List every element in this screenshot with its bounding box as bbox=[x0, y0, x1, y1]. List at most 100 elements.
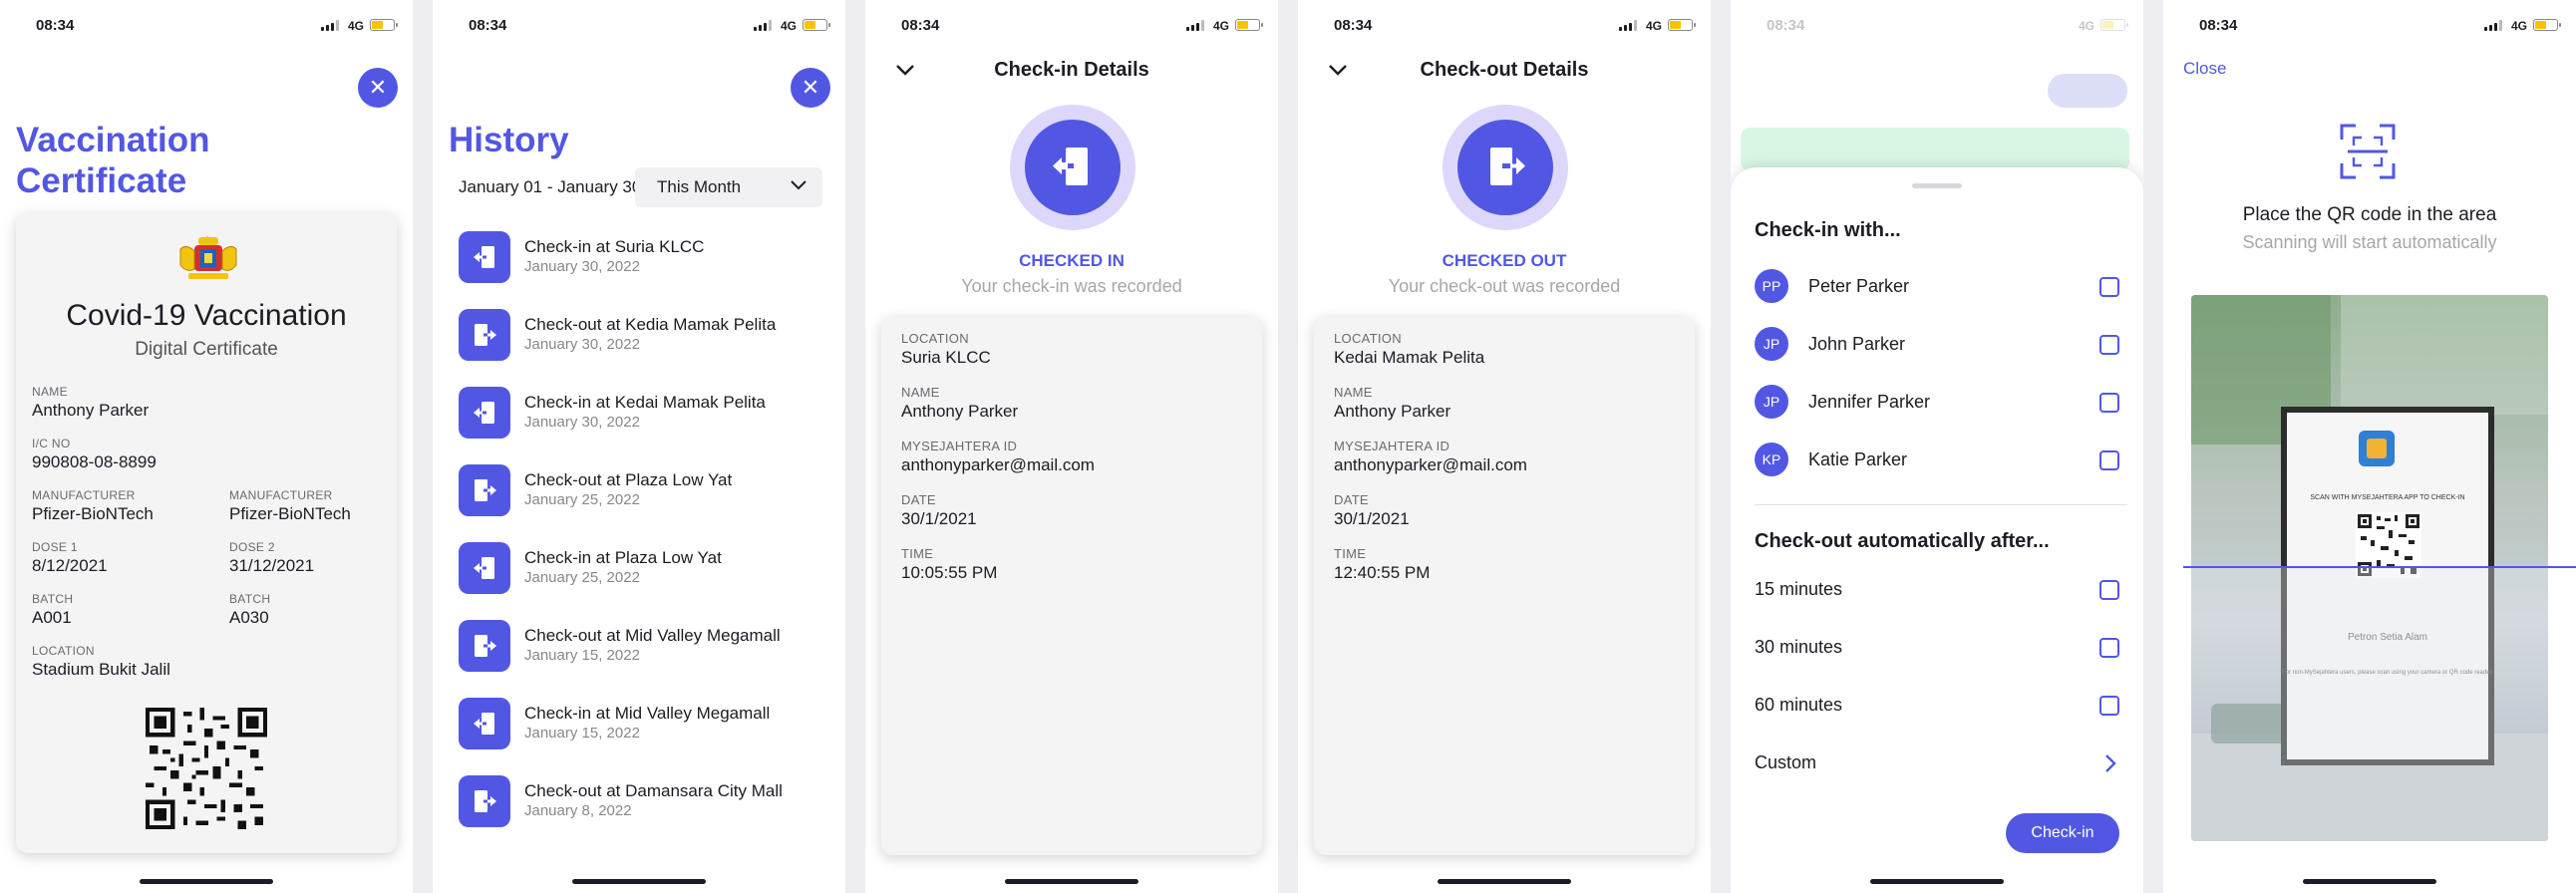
battery-icon bbox=[803, 19, 830, 31]
history-item-date: January 30, 2022 bbox=[524, 414, 640, 431]
check-out-door-icon bbox=[1490, 148, 1525, 185]
field-label: TIME bbox=[901, 546, 934, 561]
detail-field: NAME Anthony Parker bbox=[901, 385, 1018, 422]
history-item[interactable]: Check-out at Mid Valley Megamall January … bbox=[459, 620, 827, 674]
avatar: JP bbox=[1755, 385, 1788, 419]
malaysia-crest-icon bbox=[179, 235, 237, 279]
person-name: Peter Parker bbox=[1808, 276, 1910, 296]
manufacturer-1-field: MANUFACTURER Pfizer-BioNTech bbox=[32, 488, 154, 524]
sign-place-text: Petron Setia Alam bbox=[2348, 632, 2427, 643]
check-out-icon bbox=[475, 635, 496, 657]
close-button[interactable]: Close bbox=[2183, 59, 2226, 79]
battery-icon bbox=[1668, 19, 1696, 31]
divider bbox=[1755, 504, 2127, 505]
duration-option[interactable]: 30 minutes bbox=[1755, 628, 2119, 668]
check-in-icon bbox=[474, 402, 494, 424]
field-value: Stadium Bukit Jalil bbox=[32, 660, 170, 679]
history-item-title: Check-in at Mid Valley Megamall bbox=[524, 704, 771, 723]
checkin-options-screen: 08:34 4G Check-in with... PP Peter Parker… bbox=[1731, 0, 2143, 893]
scan-subtext: Scanning will start automatically bbox=[2242, 232, 2497, 252]
check-in-icon bbox=[474, 246, 494, 268]
history-item[interactable]: Check-out at Damansara City Mall January … bbox=[459, 775, 827, 829]
duration-option[interactable]: 60 minutes bbox=[1755, 686, 2119, 726]
field-value: A030 bbox=[229, 608, 269, 627]
home-indicator bbox=[2303, 879, 2436, 884]
history-item[interactable]: Check-in at Plaza Low Yat January 25, 202… bbox=[459, 542, 827, 596]
field-value: 8/12/2021 bbox=[32, 556, 108, 575]
certificate-subtitle: Digital Certificate bbox=[135, 339, 278, 360]
history-item[interactable]: Check-in at Kedai Mamak Pelita January 30… bbox=[459, 387, 827, 441]
details-card: LOCATION Kedai Mamak Pelita NAME Anthony Pa… bbox=[1314, 317, 1695, 855]
status-time: 08:34 bbox=[1334, 17, 1373, 34]
status-subtext: Your check-out was recorded bbox=[1388, 276, 1621, 296]
auto-checkout-heading: Check-out automatically after... bbox=[1755, 530, 2050, 552]
field-value: Anthony Parker bbox=[32, 401, 150, 420]
scan-instruction: Place the QR code in the area bbox=[2242, 204, 2497, 225]
detail-field: LOCATION Suria KLCC bbox=[901, 331, 991, 368]
history-item[interactable]: Check-out at Kedia Mamak Pelita January 3… bbox=[459, 309, 827, 363]
duration-label: 30 minutes bbox=[1755, 637, 1843, 657]
detail-field: MYSEJAHTERA ID anthonyparker@mail.com bbox=[1334, 439, 1527, 475]
status-subtext: Your check-in was recorded bbox=[961, 276, 1182, 296]
history-item-date: January 8, 2022 bbox=[524, 802, 632, 819]
network-label: 4G bbox=[1645, 19, 1662, 33]
field-label: MYSEJAHTERA ID bbox=[901, 439, 1018, 453]
field-value: anthonyparker@mail.com bbox=[1334, 455, 1527, 474]
duration-option[interactable]: 15 minutes bbox=[1755, 570, 2119, 610]
checkout-details-screen: 08:34 4G Check-out Details CHECKED OUT Y… bbox=[1298, 0, 1711, 893]
month-filter-label: This Month bbox=[657, 177, 742, 196]
batch-1-field: BATCH A001 bbox=[32, 592, 73, 628]
detail-field: TIME 12:40:55 PM bbox=[1334, 546, 1430, 583]
field-label: MYSEJAHTERA ID bbox=[1334, 439, 1450, 453]
history-item-date: January 15, 2022 bbox=[524, 725, 640, 742]
person-row[interactable]: JP John Parker bbox=[1755, 325, 2119, 365]
field-label: DOSE 2 bbox=[229, 540, 275, 554]
sheet-grabber[interactable] bbox=[1912, 183, 1962, 188]
field-value: 30/1/2021 bbox=[901, 509, 977, 528]
person-name: Jennifer Parker bbox=[1808, 392, 1931, 412]
duration-checkbox[interactable] bbox=[2099, 580, 2119, 600]
history-item[interactable]: Check-out at Plaza Low Yat January 25, 20… bbox=[459, 464, 827, 518]
history-item-icon bbox=[459, 775, 510, 827]
check-in-icon bbox=[474, 557, 494, 579]
page-title: Vaccination Certificate bbox=[16, 121, 210, 200]
avatar: PP bbox=[1755, 269, 1788, 303]
history-item[interactable]: Check-in at Suria KLCC January 30, 2022 bbox=[459, 231, 827, 285]
battery-icon bbox=[2100, 19, 2128, 31]
home-indicator bbox=[140, 879, 273, 884]
person-row[interactable]: KP Katie Parker bbox=[1755, 441, 2119, 480]
showcase-canvas: 08:34 4G ✕ Vaccination Certificate Covid… bbox=[0, 0, 2576, 893]
history-item-icon bbox=[459, 542, 510, 594]
certificate-card: Covid-19 Vaccination Digital Certificate… bbox=[16, 213, 397, 853]
history-item-date: January 25, 2022 bbox=[524, 491, 640, 508]
history-item-title: Check-in at Kedai Mamak Pelita bbox=[524, 393, 766, 412]
avatar: KP bbox=[1755, 443, 1788, 476]
person-checkbox[interactable] bbox=[2099, 335, 2119, 355]
close-button[interactable]: ✕ bbox=[358, 68, 398, 108]
check-in-icon bbox=[474, 713, 494, 735]
duration-checkbox[interactable] bbox=[2099, 638, 2119, 658]
person-name: Katie Parker bbox=[1808, 449, 1908, 469]
month-filter-dropdown[interactable]: This Month bbox=[635, 167, 822, 207]
history-item-date: January 30, 2022 bbox=[524, 258, 640, 275]
history-item-title: Check-out at Mid Valley Megamall bbox=[524, 626, 781, 645]
checkin-badge bbox=[1010, 105, 1135, 230]
person-checkbox[interactable] bbox=[2099, 277, 2119, 297]
close-button[interactable]: ✕ bbox=[791, 68, 830, 108]
person-checkbox[interactable] bbox=[2099, 450, 2119, 470]
manufacturer-2-field: MANUFACTURER Pfizer-BioNTech bbox=[229, 488, 351, 524]
duration-checkbox[interactable] bbox=[2099, 696, 2119, 716]
detail-field: TIME 10:05:55 PM bbox=[901, 546, 997, 583]
checkin-button[interactable]: Check-in bbox=[2006, 813, 2119, 853]
sign-footer-text: For non-MySejahtera users, please scan u… bbox=[2282, 670, 2493, 676]
network-label: 4G bbox=[347, 19, 364, 33]
person-checkbox[interactable] bbox=[2099, 393, 2119, 413]
status-time: 08:34 bbox=[901, 17, 940, 34]
person-row[interactable]: JP Jennifer Parker bbox=[1755, 383, 2119, 423]
history-item-date: January 15, 2022 bbox=[524, 647, 640, 664]
history-item[interactable]: Check-in at Mid Valley Megamall January 1… bbox=[459, 698, 827, 751]
field-label: NAME bbox=[1334, 385, 1373, 400]
custom-duration-row[interactable]: Custom bbox=[1755, 744, 2119, 783]
status-heading: CHECKED OUT bbox=[1442, 251, 1567, 270]
person-row[interactable]: PP Peter Parker bbox=[1755, 267, 2119, 307]
